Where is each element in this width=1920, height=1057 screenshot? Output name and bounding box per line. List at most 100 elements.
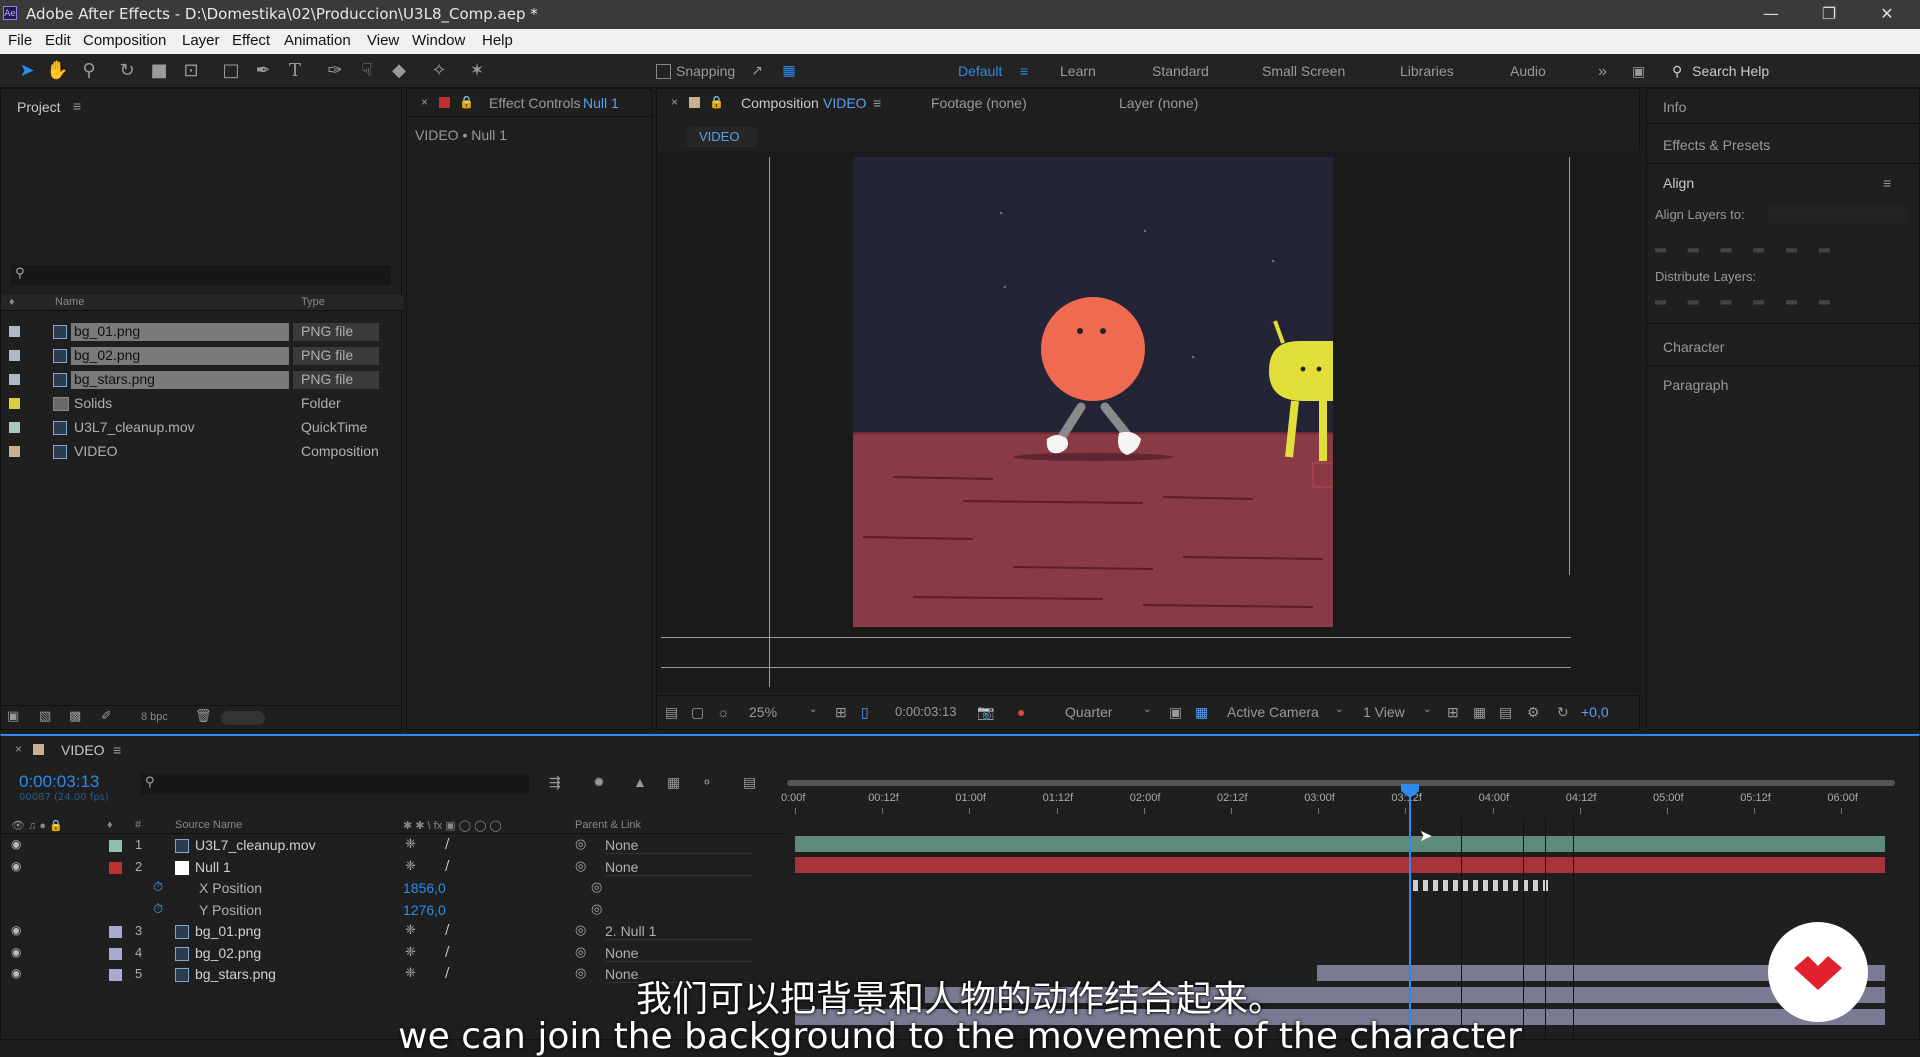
layer-label-swatch[interactable] [109,947,122,960]
sync-settings-icon[interactable]: ▣ [1632,63,1645,80]
track-bar-null-1[interactable] [795,857,1885,873]
timeline-menu-icon[interactable]: ≡ [113,742,121,758]
av-features-icon[interactable]: 👁 ♫ ● 🔒 [11,819,63,832]
menu-composition[interactable]: Composition [83,32,166,49]
layer-source-name[interactable]: bg_01.png [195,923,261,939]
workspace-libraries[interactable]: Libraries [1400,63,1454,79]
more-workspaces-icon[interactable]: » [1598,63,1607,81]
composition-tab-name[interactable]: VIDEO [823,95,867,111]
flowchart-icon[interactable]: ⚙ [1527,704,1540,721]
project-item[interactable]: VIDEO Composition [1,441,403,463]
chevron-down-icon[interactable]: ⌄ [809,704,817,715]
stopwatch-icon[interactable]: ⏱ [153,902,163,917]
align-buttons-row[interactable]: ▂▂▂▂▂▂ [1655,237,1911,253]
menu-animation[interactable]: Animation [284,32,351,49]
toggle-pixel-aspect-icon[interactable]: ⊞ [1447,704,1459,721]
shy-switch-icon[interactable]: ❈ [405,945,416,960]
keyframe[interactable] [1533,880,1538,891]
zoom-dropdown[interactable]: 25% [749,704,777,720]
effect-controls-tab-label[interactable]: Effect Controls [489,95,581,111]
layer-source-name[interactable]: U3L7_cleanup.mov [195,837,316,853]
effect-controls-layer-name[interactable]: Null 1 [583,95,619,111]
stopwatch-icon[interactable]: ⏱ [153,880,163,895]
workspace-audio[interactable]: Audio [1510,63,1546,79]
label-color-swatch[interactable] [9,398,20,409]
project-item[interactable]: U3L7_cleanup.mov QuickTime [1,417,403,439]
workspace-default[interactable]: Default [958,63,1002,79]
project-item[interactable]: bg_stars.png PNG file [1,369,403,391]
project-item[interactable]: bg_01.png PNG file [1,321,403,343]
keyframe[interactable] [1443,880,1448,891]
menu-layer[interactable]: Layer [182,32,220,49]
quality-switch-icon[interactable]: / [445,859,449,874]
view-layout-dropdown[interactable]: 1 View [1363,704,1405,720]
workspace-learn[interactable]: Learn [1060,63,1096,79]
parent-dropdown[interactable]: None [605,859,753,876]
distribute-buttons-row[interactable]: ▂▂▂▂▂▂ [1655,289,1911,305]
visibility-eye-icon[interactable]: ◉ [11,837,21,851]
resolution-dropdown[interactable]: Quarter [1065,704,1112,720]
label-color-swatch[interactable] [9,374,20,385]
effects-presets-tab[interactable]: Effects & Presets [1663,137,1770,153]
transparency-grid-icon[interactable]: ▦ [1195,704,1208,721]
chevron-down-icon[interactable]: ⌄ [1143,704,1151,715]
visibility-eye-icon[interactable]: ◉ [11,945,21,959]
motion-blur-icon[interactable]: ⚬ [701,774,713,791]
clone-stamp-tool-icon[interactable]: ☟ [356,60,378,82]
current-time-display[interactable]: 0:00:03:13 [19,772,99,792]
align-menu-icon[interactable]: ≡ [1883,175,1891,191]
timeline-layer-row[interactable]: ◉ 2 Null 1 ❈ / ◎ None [1,858,783,879]
composition-flowchart-tab[interactable]: VIDEO [687,127,757,147]
menu-window[interactable]: Window [412,32,465,49]
close-tab-icon[interactable]: × [421,95,428,109]
workspace-small-screen[interactable]: Small Screen [1262,63,1345,79]
keyframe[interactable] [1423,880,1428,891]
composition-tab-label[interactable]: Composition [741,95,819,111]
shy-switch-icon[interactable]: ❈ [405,923,416,938]
property-value[interactable]: 1276,0 [403,902,446,918]
keyframe[interactable] [1433,880,1438,891]
quality-switch-icon[interactable]: / [445,945,449,960]
label-color-swatch[interactable] [9,422,20,433]
layer-label-swatch[interactable] [109,926,122,938]
snap-features-icon[interactable]: ▦ [778,60,800,82]
close-button[interactable]: ✕ [1864,0,1910,29]
project-settings-icon[interactable]: ✐ [101,709,112,724]
exposure-value[interactable]: +0,0 [1581,704,1609,720]
quality-switch-icon[interactable]: / [445,837,449,852]
eraser-tool-icon[interactable]: ◆ [388,60,410,82]
zoom-tool-icon[interactable]: ⚲ [78,60,100,82]
composition-mini-flowchart-icon[interactable]: ⇶ [549,774,561,791]
keyframe-cluster[interactable] [1413,880,1583,894]
parent-dropdown[interactable]: 2. Null 1 [605,923,753,940]
character-panel-tab[interactable]: Character [1663,339,1724,355]
switches-column-header[interactable]: ✱ ✱ \ fx ▣ ◯ ◯ ◯ [403,819,502,832]
reset-exposure-icon[interactable]: ↻ [1557,704,1569,721]
source-name-column-header[interactable]: Source Name [175,819,242,831]
project-tab[interactable]: Project [17,99,61,115]
project-item[interactable]: Solids Folder [1,393,403,415]
keyframe[interactable] [1453,880,1458,891]
camera-dropdown[interactable]: Active Camera [1227,704,1319,720]
layer-label-swatch[interactable] [109,861,122,874]
layer-tab[interactable]: Layer (none) [1119,95,1198,111]
color-channels-icon[interactable]: ● [1017,704,1025,720]
interpret-footage-icon[interactable]: ▣ [7,709,19,724]
property-row[interactable]: ⏱ X Position 1856,0 ◎ [1,879,783,900]
selection-tool-icon[interactable]: ➤ [16,60,38,82]
thumbnail-slider[interactable] [221,711,265,725]
layer-source-name[interactable]: bg_02.png [195,945,261,961]
workspace-menu-icon[interactable]: ≡ [1020,63,1028,79]
align-to-dropdown[interactable] [1767,205,1907,223]
region-of-interest-icon[interactable]: ▣ [1169,704,1182,721]
label-color-swatch[interactable] [9,350,20,361]
track-bar-u3l7-cleanup[interactable] [795,836,1885,852]
minimize-button[interactable]: — [1748,0,1794,29]
label-column-icon[interactable]: ♦ [107,819,113,831]
layer-source-name[interactable]: Null 1 [195,859,231,875]
work-area-bar[interactable] [787,780,1895,786]
search-help-field[interactable]: ⚲ Search Help [1672,60,1908,82]
shy-layers-icon[interactable]: ▲ [633,774,647,790]
expression-pick-whip-icon[interactable]: ◎ [591,902,602,917]
project-item[interactable]: bg_02.png PNG file [1,345,403,367]
